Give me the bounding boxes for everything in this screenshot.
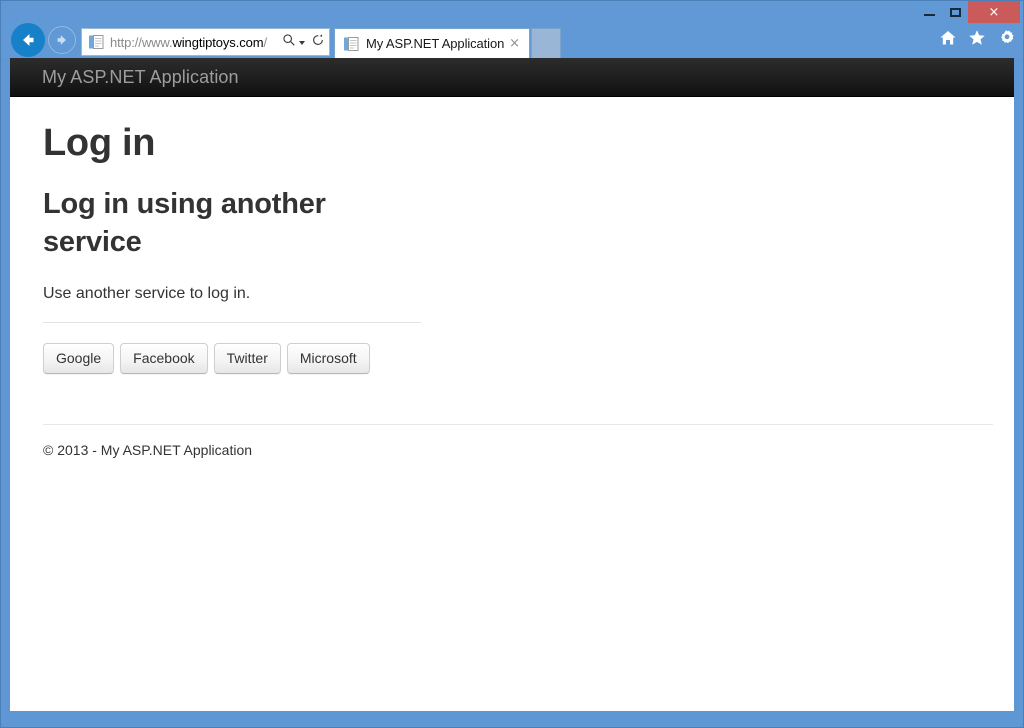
section-heading: Log in using another service <box>43 187 326 259</box>
url-host: wingtiptoys.com <box>172 34 264 50</box>
address-bar[interactable]: http://www.wingtiptoys.com/ <box>81 28 330 56</box>
chevron-down-icon[interactable] <box>299 41 305 45</box>
tab-title: My ASP.NET Application <box>366 36 505 51</box>
refresh-icon[interactable] <box>311 33 325 52</box>
settings-icon[interactable] <box>997 29 1015 47</box>
tab-close-icon[interactable]: × <box>506 36 523 51</box>
login-microsoft-button[interactable]: Microsoft <box>286 343 370 375</box>
window-controls: × <box>916 1 1020 23</box>
footer-divider <box>43 424 993 426</box>
login-facebook-button[interactable]: Facebook <box>120 343 208 375</box>
tab-my-asp-net-application[interactable]: My ASP.NET Application × <box>334 28 530 58</box>
home-icon[interactable] <box>939 29 957 47</box>
login-twitter-button[interactable]: Twitter <box>213 343 281 375</box>
maximize-icon <box>949 7 961 17</box>
browser-window: × http://www.wingtiptoys.com/ My ASP.NET… <box>0 0 1024 728</box>
minimize-button[interactable] <box>916 1 942 23</box>
back-arrow-icon <box>23 34 34 46</box>
app-brand-link[interactable]: My ASP.NET Application <box>10 67 239 88</box>
page-content: Log in Log in using another service Use … <box>10 122 1014 459</box>
page-viewport: My ASP.NET Application Log in Log in usi… <box>10 58 1014 711</box>
tab-strip: My ASP.NET Application × <box>334 28 561 58</box>
browser-titlebar: × http://www.wingtiptoys.com/ My ASP.NET… <box>1 1 1023 58</box>
forward-arrow-icon <box>57 35 66 45</box>
search-icon[interactable] <box>282 33 296 52</box>
login-google-button[interactable]: Google <box>43 343 115 375</box>
navigation-buttons <box>11 23 76 57</box>
url-path: / <box>263 34 267 50</box>
app-navbar: My ASP.NET Application <box>10 58 1014 97</box>
section-divider <box>43 322 421 324</box>
favorites-icon[interactable] <box>968 29 986 47</box>
provider-buttons-group: Google Facebook Twitter Microsoft <box>43 343 994 375</box>
url-text: http://www.wingtiptoys.com/ <box>110 35 279 50</box>
back-button[interactable] <box>11 23 45 57</box>
page-title: Log in <box>43 122 156 164</box>
tab-favicon-icon <box>343 36 359 52</box>
minimize-icon <box>923 13 935 16</box>
maximize-button[interactable] <box>942 1 968 23</box>
forward-button[interactable] <box>48 26 76 54</box>
page-favicon-icon <box>88 34 104 50</box>
new-tab-button[interactable] <box>531 28 561 58</box>
section-paragraph: Use another service to log in. <box>43 284 251 302</box>
close-icon: × <box>988 4 1000 20</box>
close-button[interactable]: × <box>968 1 1020 23</box>
browser-toolbar-icons <box>939 29 1015 47</box>
footer-copyright: © 2013 - My ASP.NET Application <box>43 442 253 459</box>
url-scheme: http://www. <box>110 34 173 50</box>
